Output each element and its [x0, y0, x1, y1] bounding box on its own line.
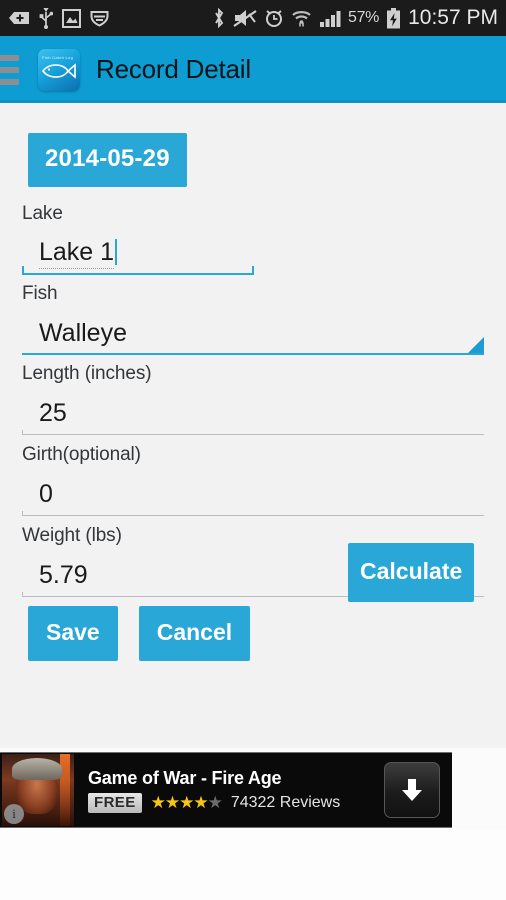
wifi-shield-icon [90, 11, 109, 27]
length-input[interactable]: 25 [22, 391, 484, 435]
bluetooth-icon [215, 7, 224, 29]
app-icon-minitext: Fish Catch Log [42, 54, 74, 60]
wifi-icon [292, 11, 311, 27]
field-label-girth: Girth(optional) [22, 444, 141, 465]
phone-screen: 57% 10:57 PM Fish Catch Log Record Detai… [0, 0, 506, 900]
input-end-cap [252, 266, 254, 275]
battery-percent-label: 57% [347, 9, 380, 26]
fish-spinner[interactable]: Walleye [22, 311, 484, 355]
girth-input[interactable]: 0 [22, 472, 484, 516]
action-row: Save Cancel [28, 606, 251, 661]
ad-subtitle-row: FREE ★★★★★ 74322 Reviews [88, 792, 384, 813]
field-lake: Lake Lake 1 [22, 203, 254, 275]
ad-rating-stars: ★★★★★ [150, 793, 223, 812]
status-bar-right-icons: 57% 10:57 PM [212, 6, 506, 30]
field-girth: Girth(optional) 0 [22, 444, 484, 516]
ad-review-count: 74322 Reviews [230, 793, 341, 811]
fish-app-icon: Fish Catch Log [38, 48, 80, 91]
field-label-lake: Lake [22, 203, 63, 224]
battery-charging-icon [387, 7, 401, 28]
screenshot-image-icon [62, 8, 81, 28]
field-label-fish: Fish [22, 283, 58, 304]
mute-icon [233, 10, 257, 27]
ad-info-icon[interactable]: i [4, 804, 24, 824]
cancel-button[interactable]: Cancel [138, 606, 251, 661]
status-bar-clock: 10:57 PM [408, 6, 498, 29]
ad-banner[interactable]: i Game of War - Fire Age FREE ★★★★★ 7432… [0, 752, 452, 828]
add-tag-icon [9, 12, 29, 24]
alarm-clock-icon [265, 10, 282, 27]
ad-price-badge: FREE [88, 792, 142, 813]
status-bar-left-icons [0, 7, 109, 29]
below-ad-area [0, 829, 506, 900]
lake-input-value: Lake 1 [39, 238, 115, 269]
download-arrow-icon[interactable] [384, 762, 440, 818]
girth-input-value: 0 [39, 479, 53, 508]
length-input-value: 25 [39, 398, 67, 427]
date-button[interactable]: 2014-05-29 [28, 133, 187, 187]
chevron-down-icon[interactable] [467, 337, 484, 354]
fish-spinner-value: Walleye [39, 318, 127, 347]
text-caret [115, 239, 118, 265]
field-fish: Fish Walleye [22, 283, 484, 355]
cellular-signal-icon [319, 10, 341, 27]
hamburger-menu-icon[interactable] [0, 54, 28, 85]
calculate-button[interactable]: Calculate [348, 543, 475, 602]
form-body: 2014-05-29 Lake Lake 1 Fish Walleye Leng… [0, 103, 506, 748]
ad-text-block: Game of War - Fire Age FREE ★★★★★ 74322 … [88, 768, 384, 813]
weight-input-value: 5.79 [39, 560, 88, 589]
field-label-length: Length (inches) [22, 363, 152, 384]
ad-title: Game of War - Fire Age [88, 767, 282, 788]
field-length: Length (inches) 25 [22, 363, 484, 435]
game-of-war-app-icon: i [2, 754, 74, 826]
status-bar: 57% 10:57 PM [0, 0, 506, 36]
usb-icon [39, 8, 53, 29]
ad-icon-helmet [12, 758, 62, 780]
page-title: Record Detail [96, 54, 251, 84]
app-bar: Fish Catch Log Record Detail [0, 36, 506, 103]
save-button[interactable]: Save [28, 606, 118, 661]
ad-icon-streak [60, 754, 70, 826]
lake-input[interactable]: Lake 1 [22, 231, 254, 275]
